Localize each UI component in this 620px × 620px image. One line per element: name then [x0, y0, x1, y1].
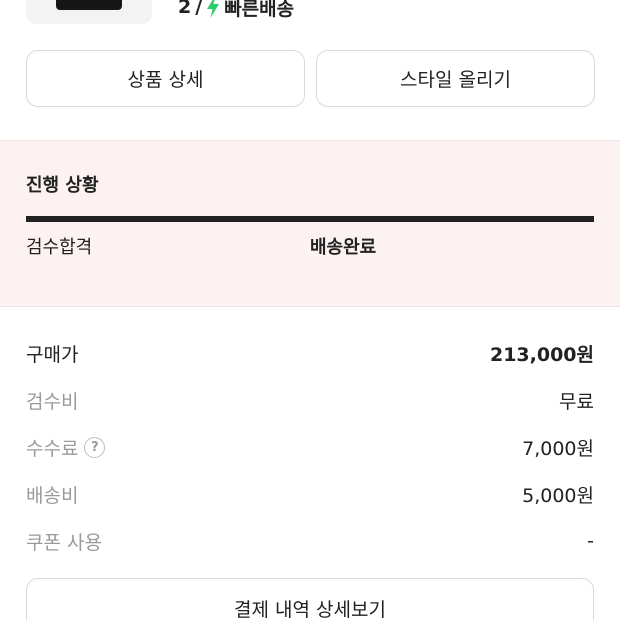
product-quantity: 2	[178, 0, 192, 18]
price-label-wrap: 수수료 ?	[26, 434, 106, 461]
order-detail-page: 2 / 빠른배송 상품 상세 스타일 올리기 진행 상황 검수합격 배송완료 구…	[0, 0, 620, 620]
price-value: 213,000원	[489, 343, 594, 366]
product-thumbnail[interactable]	[26, 0, 152, 24]
price-value: 무료	[559, 390, 594, 413]
price-row-commission: 수수료 ? 7,000원	[26, 433, 594, 461]
product-meta: 2 / 빠른배송	[178, 0, 294, 20]
style-upload-button[interactable]: 스타일 올리기	[316, 50, 595, 107]
price-label: 배송비	[26, 484, 79, 507]
progress-bar	[26, 216, 594, 222]
price-row-shipping: 배송비 5,000원	[26, 480, 594, 508]
price-value: 7,000원	[522, 437, 594, 460]
price-label: 쿠폰 사용	[26, 531, 102, 554]
delivery-label: 빠른배송	[224, 0, 295, 20]
price-label: 구매가	[26, 343, 79, 366]
progress-section: 진행 상황 검수합격 배송완료	[0, 140, 620, 307]
price-value: 5,000원	[522, 484, 594, 507]
product-summary: 2 / 빠른배송	[0, 0, 620, 40]
product-detail-button[interactable]: 상품 상세	[26, 50, 305, 107]
price-value: -	[587, 530, 594, 552]
progress-title: 진행 상황	[26, 175, 99, 196]
progress-step-delivered: 배송완료	[310, 237, 377, 258]
price-row-inspection-fee: 검수비 무료	[26, 386, 594, 414]
price-row-coupon: 쿠폰 사용 -	[26, 527, 594, 555]
price-row-purchase: 구매가 213,000원	[26, 339, 594, 367]
product-image	[56, 0, 122, 10]
meta-separator: /	[195, 0, 203, 18]
progress-step-inspection-passed: 검수합격	[26, 237, 93, 258]
payment-detail-button[interactable]: 결제 내역 상세보기	[26, 578, 594, 620]
price-label: 검수비	[26, 390, 79, 413]
bolt-icon	[207, 0, 220, 18]
price-label: 수수료	[26, 437, 79, 460]
help-icon[interactable]: ?	[84, 436, 106, 458]
